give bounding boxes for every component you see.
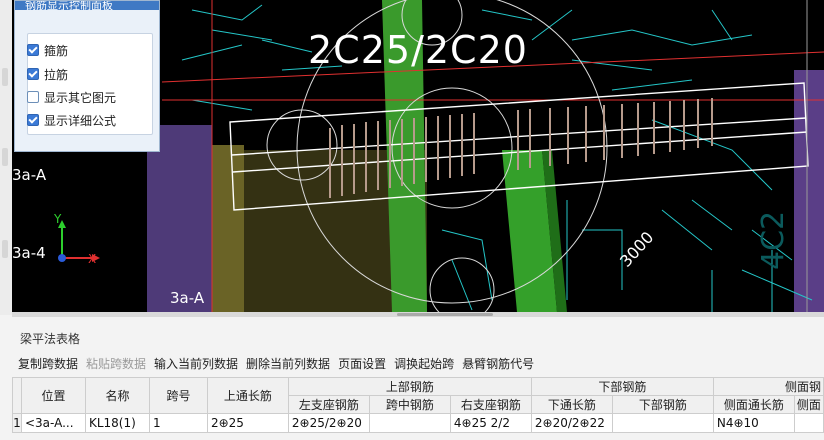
dock-tab[interactable] — [2, 240, 8, 258]
beam-table-panel: 梁平法表格 复制跨数据 粘贴跨数据 输入当前列数据 删除当前列数据 页面设置 调… — [12, 317, 824, 440]
checkbox-checked-icon[interactable] — [27, 68, 39, 80]
col-header-position[interactable]: 位置 — [20, 377, 86, 414]
option-label: 拉筋 — [44, 67, 69, 82]
group-header-lower: 下部钢筋 — [530, 377, 714, 396]
row-index: 1 — [12, 413, 22, 433]
dock-tab[interactable] — [2, 68, 8, 86]
option-tie[interactable]: 拉筋 — [27, 65, 68, 83]
faint-rebar-label: 4C2 — [756, 210, 791, 270]
delete-column-button[interactable]: 删除当前列数据 — [246, 355, 330, 372]
swap-start-span-button[interactable]: 调换起始跨 — [394, 355, 454, 372]
option-label: 箍筋 — [44, 43, 69, 58]
option-stirrup[interactable]: 箍筋 — [27, 41, 68, 59]
table-toolbar: 复制跨数据 粘贴跨数据 输入当前列数据 删除当前列数据 页面设置 调换起始跨 悬… — [18, 355, 542, 372]
col-header-top-through[interactable]: 上通长筋 — [206, 377, 289, 414]
cell-bottom-rebar[interactable] — [611, 413, 714, 433]
paste-span-button[interactable]: 粘贴跨数据 — [86, 355, 146, 372]
cell-side-through[interactable]: N4⊕10 — [712, 413, 795, 433]
option-label: 显示其它图元 — [44, 90, 117, 105]
cell-mid-span[interactable] — [368, 413, 451, 433]
checkbox-unchecked-icon[interactable] — [27, 91, 39, 103]
copy-span-button[interactable]: 复制跨数据 — [18, 355, 78, 372]
beam-table: 位置 名称 跨号 上通长筋 上部钢筋 下部钢筋 侧面钢 左支座钢筋 跨中钢筋 右… — [12, 377, 824, 433]
cell-span[interactable]: 1 — [148, 413, 208, 433]
dock-tab[interactable] — [2, 148, 8, 166]
checkbox-checked-icon[interactable] — [27, 44, 39, 56]
col-header-name[interactable]: 名称 — [84, 377, 150, 414]
axis-x-label: X — [88, 252, 97, 266]
input-column-button[interactable]: 输入当前列数据 — [154, 355, 238, 372]
col-header-bottom-rebar[interactable]: 下部钢筋 — [611, 395, 714, 414]
option-label: 显示详细公式 — [44, 113, 117, 128]
cantilever-code-button[interactable]: 悬臂钢筋代号 — [462, 355, 534, 372]
group-header-upper: 上部钢筋 — [287, 377, 532, 396]
row-index-header — [12, 377, 22, 414]
splitter-grip[interactable] — [397, 313, 493, 316]
col-header-left-support[interactable]: 左支座钢筋 — [287, 395, 370, 414]
axis-y-label: Y — [54, 212, 62, 226]
cell-bottom-through[interactable]: 2⊕20/2⊕22 — [530, 413, 613, 433]
col-header-mid-span[interactable]: 跨中钢筋 — [368, 395, 451, 414]
group-header-side: 侧面钢 — [712, 377, 824, 396]
option-show-formula[interactable]: 显示详细公式 — [27, 111, 116, 129]
col-header-side-extra[interactable]: 侧面 — [793, 395, 824, 414]
col-header-bottom-through[interactable]: 下通长筋 — [530, 395, 613, 414]
cell-name[interactable]: KL18(1) — [84, 413, 150, 433]
panel-title: 钢筋显示控制面板 — [15, 1, 159, 10]
col-header-right-support[interactable]: 右支座钢筋 — [449, 395, 532, 414]
axis-label: 3a-A — [170, 289, 205, 307]
col-header-span[interactable]: 跨号 — [148, 377, 208, 414]
cell-top-through[interactable]: 2⊕25 — [206, 413, 289, 433]
cell-left-support[interactable]: 2⊕25/2⊕20 — [287, 413, 370, 433]
page-setup-button[interactable]: 页面设置 — [338, 355, 386, 372]
column-purple-right — [794, 70, 824, 312]
col-header-side-through[interactable]: 侧面通长筋 — [712, 395, 795, 414]
cell-position[interactable]: <3a-A... — [20, 413, 86, 433]
checkbox-checked-icon[interactable] — [27, 114, 39, 126]
axis-label: 3a-A — [12, 166, 47, 184]
left-dock-strip-lower — [0, 315, 12, 440]
cell-right-support[interactable]: 4⊕25 2/2 — [449, 413, 532, 433]
option-show-other[interactable]: 显示其它图元 — [27, 88, 116, 106]
cell-side-extra[interactable] — [793, 413, 824, 433]
axis-label: 3a-4 — [12, 244, 46, 262]
rebar-annotation: 2C25/2C20 — [308, 28, 528, 72]
table-row[interactable]: 1 <3a-A... KL18(1) 1 2⊕25 2⊕25/2⊕20 4⊕25… — [12, 413, 824, 433]
rebar-display-panel: 钢筋显示控制面板 箍筋 拉筋 显示其它图元 显示详细公式 — [14, 0, 160, 152]
table-panel-title: 梁平法表格 — [20, 332, 81, 346]
column-purple — [147, 125, 212, 312]
